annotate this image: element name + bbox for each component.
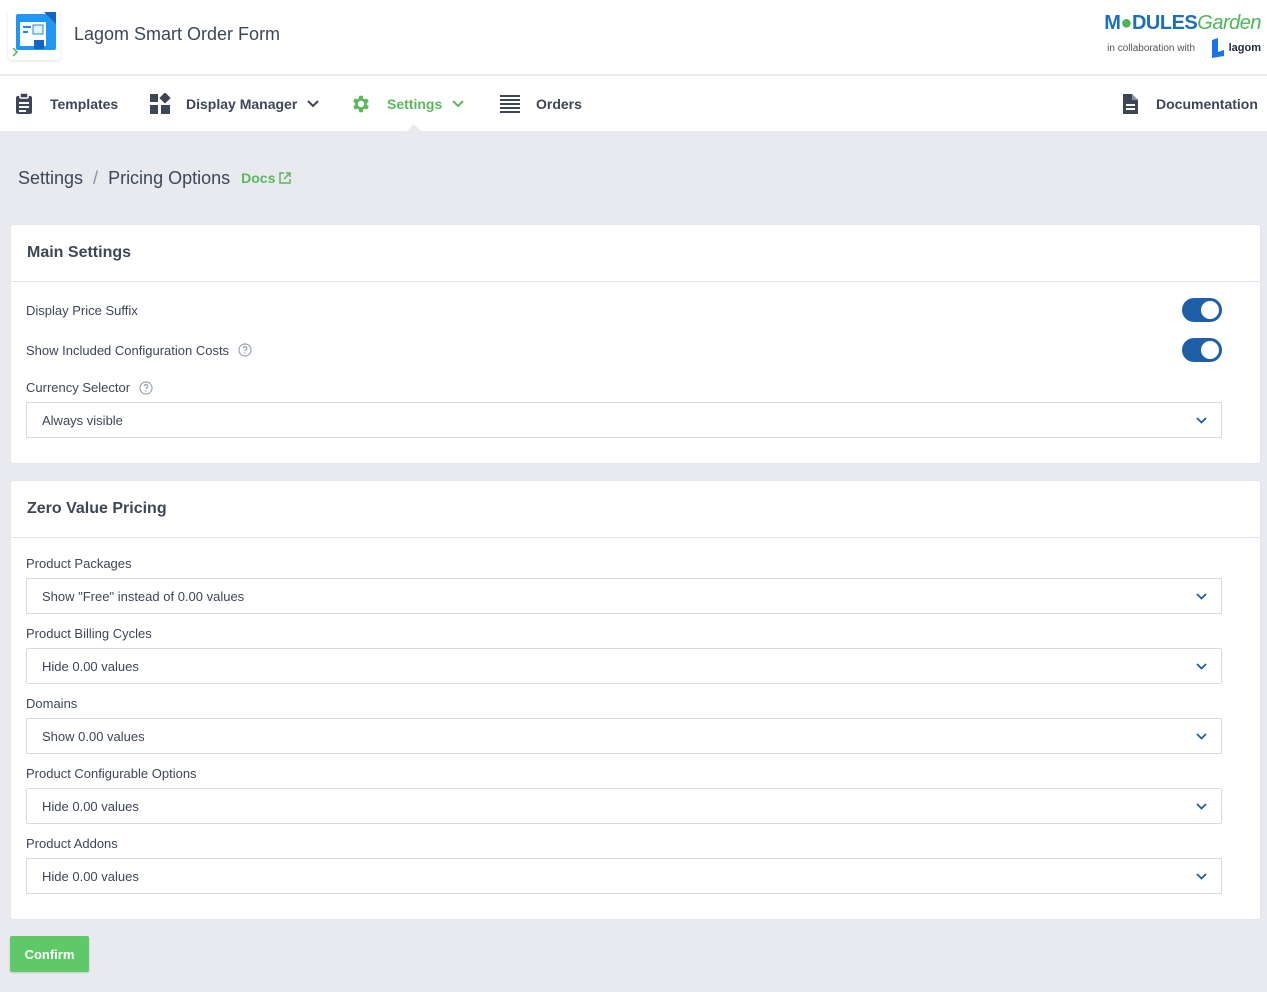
external-link-icon bbox=[279, 172, 292, 184]
chevron-down-icon bbox=[307, 99, 319, 108]
nav-documentation-label: Documentation bbox=[1156, 95, 1258, 112]
app-title: Lagom Smart Order Form bbox=[74, 24, 281, 44]
active-nav-pointer bbox=[407, 124, 421, 131]
chevron-down-icon bbox=[452, 99, 464, 108]
chevron-down-icon bbox=[1196, 732, 1207, 740]
chevron-down-icon bbox=[1196, 592, 1207, 600]
main-settings-panel: Main Settings Display Price Suffix Show … bbox=[10, 224, 1261, 464]
nav-orders[interactable]: Orders bbox=[498, 76, 582, 131]
main-settings-title: Main Settings bbox=[11, 225, 1260, 282]
nav-templates[interactable]: Templates bbox=[12, 76, 118, 131]
list-icon bbox=[498, 92, 522, 116]
chevron-down-icon bbox=[1196, 662, 1207, 670]
display-price-suffix-label: Display Price Suffix bbox=[26, 302, 138, 318]
gear-icon bbox=[349, 92, 373, 116]
breadcrumb-settings[interactable]: Settings bbox=[18, 168, 83, 189]
product-packages-select[interactable]: Show "Free" instead of 0.00 values bbox=[26, 578, 1222, 614]
show-included-config-costs-row: Show Included Configuration Costs bbox=[26, 338, 1222, 362]
show-included-config-costs-toggle[interactable] bbox=[1182, 338, 1222, 362]
nav-documentation[interactable]: Documentation bbox=[1118, 76, 1258, 131]
breadcrumb: Settings / Pricing Options Docs bbox=[18, 166, 292, 190]
chevron-down-icon bbox=[1196, 872, 1207, 880]
collab-text: in collaboration with bbox=[1107, 43, 1195, 54]
product-addons-select[interactable]: Hide 0.00 values bbox=[26, 858, 1222, 894]
document-icon bbox=[1118, 92, 1142, 116]
main-nav: Templates Display Manager Settings Order… bbox=[0, 76, 1267, 131]
currency-selector-label: Currency Selector bbox=[26, 380, 131, 395]
nav-settings-label: Settings bbox=[387, 95, 443, 112]
product-packages-value: Show "Free" instead of 0.00 values bbox=[42, 588, 245, 604]
confirm-button[interactable]: Confirm bbox=[10, 936, 89, 972]
show-included-config-costs-label: Show Included Configuration Costs bbox=[26, 342, 230, 358]
zero-value-pricing-title: Zero Value Pricing bbox=[11, 481, 1260, 538]
product-configurable-options-select[interactable]: Hide 0.00 values bbox=[26, 788, 1222, 824]
breadcrumb-separator: / bbox=[93, 167, 99, 188]
domains-label: Domains bbox=[26, 696, 78, 711]
product-configurable-options-value: Hide 0.00 values bbox=[42, 798, 139, 814]
widgets-icon bbox=[148, 92, 172, 116]
help-icon[interactable] bbox=[139, 380, 153, 395]
clipboard-icon bbox=[12, 92, 36, 116]
app-logo bbox=[8, 10, 60, 60]
product-packages-label: Product Packages bbox=[26, 556, 132, 571]
product-billing-cycles-select[interactable]: Hide 0.00 values bbox=[26, 648, 1222, 684]
top-header: Lagom Smart Order Form M●DULESGarden in … bbox=[0, 0, 1267, 75]
product-configurable-options-label: Product Configurable Options bbox=[26, 766, 197, 781]
currency-selector-select[interactable]: Always visible bbox=[26, 402, 1222, 438]
product-billing-cycles-value: Hide 0.00 values bbox=[42, 658, 139, 674]
modulesgarden-logo: M●DULESGarden in collaboration with lago… bbox=[1104, 12, 1261, 60]
nav-orders-label: Orders bbox=[536, 95, 582, 112]
display-price-suffix-toggle[interactable] bbox=[1182, 298, 1222, 322]
domains-select[interactable]: Show 0.00 values bbox=[26, 718, 1222, 754]
nav-settings[interactable]: Settings bbox=[349, 76, 464, 131]
help-icon[interactable] bbox=[238, 343, 252, 357]
product-addons-value: Hide 0.00 values bbox=[42, 868, 139, 884]
breadcrumb-pricing-options: Pricing Options bbox=[108, 167, 231, 188]
domains-value: Show 0.00 values bbox=[42, 728, 145, 744]
zero-value-pricing-panel: Zero Value Pricing Product Packages Show… bbox=[10, 480, 1261, 920]
display-price-suffix-row: Display Price Suffix bbox=[26, 298, 1222, 322]
docs-link-label: Docs bbox=[241, 170, 276, 186]
docs-link[interactable]: Docs bbox=[241, 170, 292, 186]
product-addons-label: Product Addons bbox=[26, 836, 118, 851]
currency-selector-value: Always visible bbox=[42, 412, 123, 428]
nav-display-manager-label: Display Manager bbox=[186, 95, 298, 112]
nav-templates-label: Templates bbox=[50, 95, 119, 112]
lagom-logo: lagom bbox=[1210, 38, 1261, 58]
product-billing-cycles-label: Product Billing Cycles bbox=[26, 626, 152, 641]
chevron-down-icon bbox=[1196, 802, 1207, 810]
chevron-down-icon bbox=[1196, 416, 1207, 424]
nav-display-manager[interactable]: Display Manager bbox=[148, 76, 319, 131]
